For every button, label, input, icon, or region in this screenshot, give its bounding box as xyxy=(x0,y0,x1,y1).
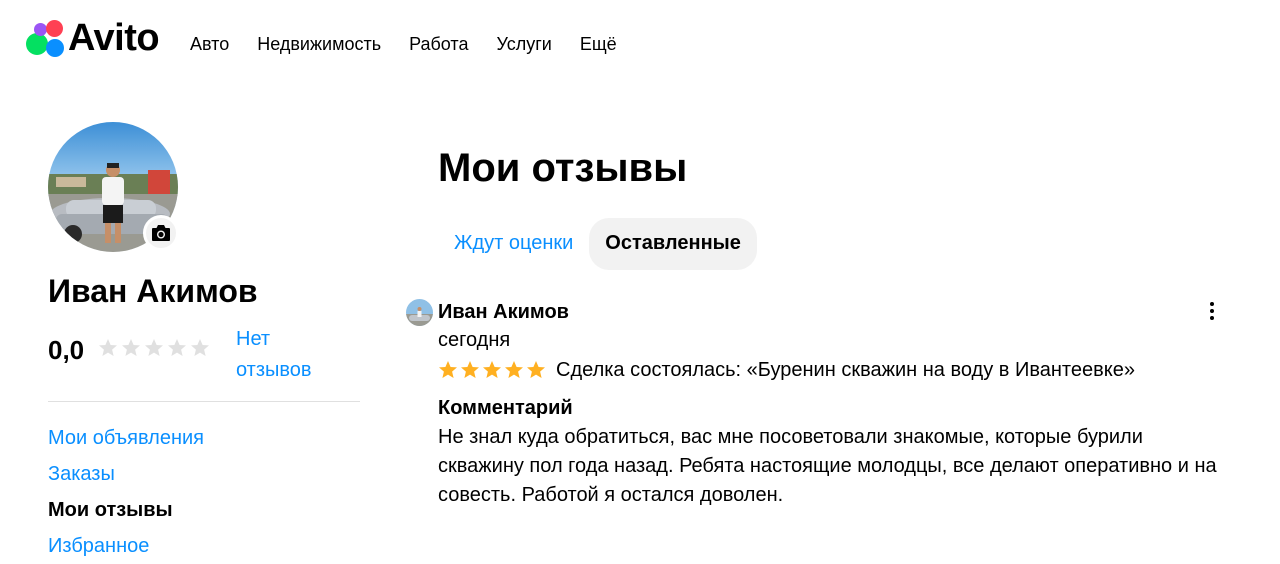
nav-item-jobs[interactable]: Работа xyxy=(409,32,468,56)
more-dots-icon xyxy=(1210,302,1214,306)
star-filled-icon xyxy=(461,361,479,378)
avito-logo[interactable]: Avito xyxy=(26,17,160,59)
sidebar-divider xyxy=(48,401,360,402)
review-author-avatar[interactable] xyxy=(406,299,433,326)
nav-item-services[interactable]: Услуги xyxy=(496,32,551,56)
star-filled-icon xyxy=(527,361,545,378)
tab-awaiting-rating[interactable]: Ждут оценки xyxy=(438,218,589,270)
sidebar-item-favorites[interactable]: Избранное xyxy=(48,528,204,564)
profile-name: Иван Акимов xyxy=(48,273,258,309)
nav-item-more[interactable]: Ещё xyxy=(580,32,617,56)
camera-icon xyxy=(152,225,170,241)
star-filled-icon xyxy=(505,361,523,378)
star-empty-icon xyxy=(145,339,163,356)
review-rating-row: Сделка состоялась: «Буренин скважин на в… xyxy=(438,356,1135,384)
header: Avito Авто Недвижимость Работа Услуги Ещ… xyxy=(0,0,1280,88)
star-empty-icon xyxy=(168,339,186,356)
page-title: Мои отзывы xyxy=(438,146,688,190)
review-date: сегодня xyxy=(438,329,511,351)
more-options-button[interactable] xyxy=(1202,302,1222,326)
sidebar-item-my-reviews[interactable]: Мои отзывы xyxy=(48,492,204,528)
comment-heading: Комментарий xyxy=(438,397,573,419)
star-empty-icon xyxy=(99,339,117,356)
sidebar-item-my-ads[interactable]: Мои объявления xyxy=(48,420,204,456)
star-filled-icon xyxy=(439,361,457,378)
review-author-name[interactable]: Иван Акимов xyxy=(438,298,569,326)
comment-text: Не знал куда обратиться, вас мне посовет… xyxy=(438,426,1217,506)
tab-left-reviews[interactable]: Оставленные xyxy=(589,218,757,270)
nav-item-realty[interactable]: Недвижимость xyxy=(257,32,381,56)
rating-stars xyxy=(98,338,210,358)
logo-dots-icon xyxy=(26,18,66,58)
star-empty-icon xyxy=(122,339,140,356)
change-photo-button[interactable] xyxy=(143,215,179,251)
rating-value: 0,0 xyxy=(48,335,85,365)
review-stars xyxy=(438,360,546,380)
sidebar-item-orders[interactable]: Заказы xyxy=(48,456,204,492)
star-empty-icon xyxy=(191,339,209,356)
profile-rating: 0,0 Нет отзывов xyxy=(48,324,360,384)
no-reviews-link[interactable]: Нет отзывов xyxy=(236,324,336,386)
review-deal-info: Сделка состоялась: «Буренин скважин на в… xyxy=(556,359,1135,381)
sidebar-menu: Мои объявления Заказы Мои отзывы Избранн… xyxy=(48,420,204,564)
star-filled-icon xyxy=(483,361,501,378)
reviews-tabs: Ждут оценки Оставленные xyxy=(438,218,757,270)
nav-item-auto[interactable]: Авто xyxy=(190,32,229,56)
main-nav: Авто Недвижимость Работа Услуги Ещё xyxy=(190,32,645,56)
logo-text: Avito xyxy=(68,17,160,59)
